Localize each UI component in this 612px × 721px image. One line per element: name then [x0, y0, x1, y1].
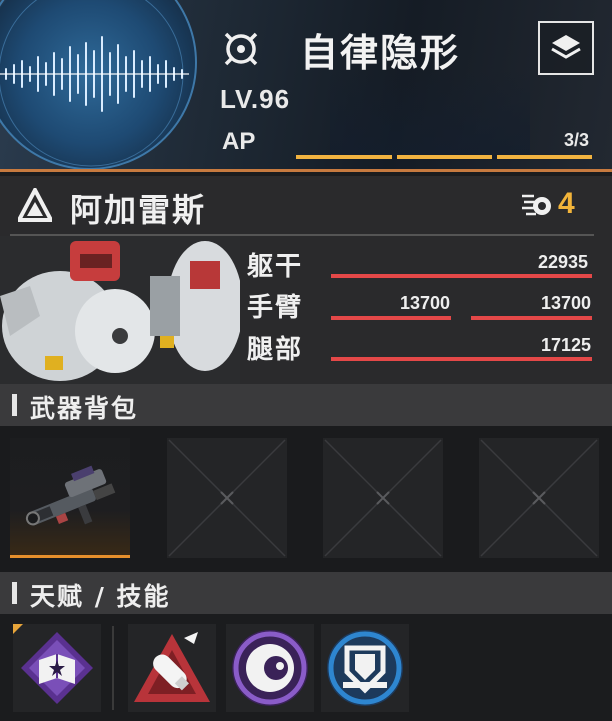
arm-left-hp-bar	[331, 316, 451, 320]
layers-icon	[551, 35, 581, 59]
arm-left-value: 13700	[400, 293, 451, 313]
legs-hp-bar	[331, 357, 592, 361]
ap-label: AP	[222, 128, 256, 155]
eye-orb-icon	[232, 630, 308, 706]
talent-book-icon	[13, 624, 93, 704]
weapon-slot-4[interactable]	[479, 438, 599, 558]
torso-label: 躯干	[247, 252, 304, 282]
ap-value: 3/3	[564, 130, 590, 150]
layers-button[interactable]	[538, 21, 594, 75]
weapon-slot-1[interactable]	[10, 438, 130, 558]
skill-slot-2[interactable]	[226, 624, 314, 712]
skills-section-header: 天赋 / 技能	[0, 572, 612, 614]
weapon-slot-3[interactable]	[323, 438, 443, 558]
skill-slot-talent[interactable]	[13, 624, 101, 712]
legs-label: 腿部	[247, 335, 304, 365]
empty-slot-icon	[324, 439, 442, 557]
ap-segment-3	[497, 155, 592, 159]
empty-slot-icon	[168, 439, 286, 557]
audio-waveform-icon	[0, 0, 197, 170]
arm-right-hp-bar	[471, 316, 592, 320]
skill-slot-1[interactable]	[128, 624, 216, 712]
ap-segment-1	[296, 155, 392, 159]
missile-strike-icon	[134, 632, 210, 702]
triangle-emblem-icon	[15, 185, 55, 222]
weapon-backpack	[0, 426, 612, 572]
skills-title: 天赋 / 技能	[30, 582, 171, 611]
mode-header: 自律隐形 LV.96 AP 3/3	[0, 0, 612, 172]
skill-slot-3[interactable]	[321, 624, 409, 712]
missile-count: 4	[558, 187, 575, 220]
ap-segment-2	[397, 155, 492, 159]
mech-panel: 阿加雷斯 4 躯干 22935 手臂 13700 13700 腿部 17125	[0, 176, 612, 384]
background-city	[330, 70, 530, 160]
crosshair-icon	[222, 30, 260, 68]
missile-icon	[520, 192, 552, 220]
armor-shield-icon	[327, 630, 403, 706]
weapons-section-header: 武器背包	[0, 384, 612, 426]
arms-label: 手臂	[247, 293, 304, 323]
weapons-title: 武器背包	[30, 394, 139, 423]
rifle-icon	[25, 465, 116, 526]
legs-value: 17125	[541, 335, 592, 355]
weapon-slot-2[interactable]	[167, 438, 287, 558]
torso-hp-bar	[331, 274, 592, 278]
empty-slot-icon	[480, 439, 598, 557]
level-label: LV.96	[220, 84, 291, 114]
skills-divider	[112, 626, 114, 710]
arm-right-value: 13700	[541, 293, 592, 313]
torso-value: 22935	[538, 252, 589, 272]
mech-name: 阿加雷斯	[70, 191, 207, 229]
mech-portrait	[0, 236, 240, 384]
mode-title: 自律隐形	[300, 31, 461, 75]
skills-panel	[0, 614, 612, 721]
